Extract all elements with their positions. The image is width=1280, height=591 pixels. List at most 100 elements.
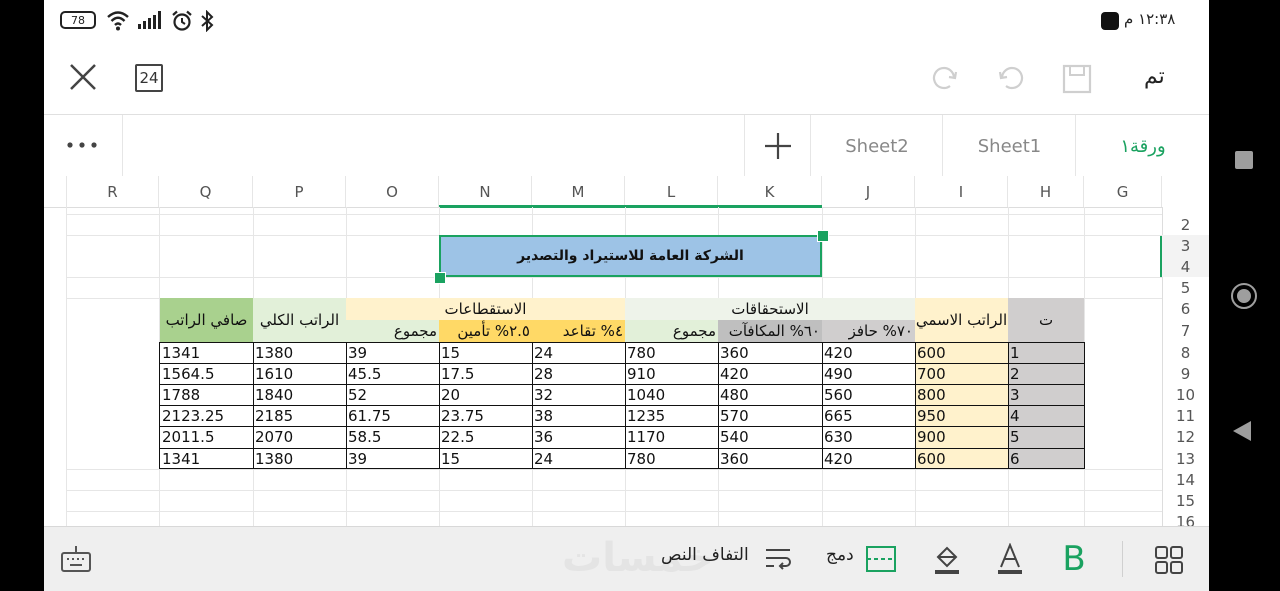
fill-color-icon[interactable] [930, 541, 964, 577]
header-gross[interactable]: الراتب الكلي [253, 298, 346, 342]
cell-gross[interactable]: 1840 [253, 384, 346, 405]
cell-incentive[interactable]: 420 [822, 342, 915, 363]
cell-ent-total[interactable]: 1235 [625, 405, 718, 426]
cell-gross[interactable]: 2185 [253, 405, 346, 426]
cell-ded-total[interactable]: 39 [346, 448, 439, 469]
row-header-4[interactable]: 4 [1162, 256, 1209, 277]
header-ent-total[interactable]: مجموع [625, 320, 718, 342]
selection-handle[interactable] [817, 230, 829, 242]
cell-ent-total[interactable]: 780 [625, 448, 718, 469]
add-sheet-button[interactable] [744, 115, 811, 177]
row-header-5[interactable]: 5 [1162, 277, 1209, 298]
merge-cells-icon[interactable] [865, 543, 897, 575]
close-icon[interactable] [66, 60, 100, 94]
col-header-p[interactable]: P [253, 176, 346, 207]
row-header-13[interactable]: 13 [1162, 448, 1209, 469]
col-header-k[interactable]: K [718, 176, 822, 207]
keyboard-icon[interactable] [60, 543, 92, 575]
selection-handle[interactable] [434, 272, 446, 284]
cell-retirement[interactable]: 24 [532, 342, 625, 363]
row-header-3[interactable]: 3 [1162, 235, 1209, 256]
cell-gross[interactable]: 1380 [253, 448, 346, 469]
cell-gross[interactable]: 2070 [253, 426, 346, 448]
cell-incentive[interactable]: 560 [822, 384, 915, 405]
spreadsheet-grid[interactable]: R Q P O N M L K J I H G 2 3 4 5 6 7 8 9 … [44, 176, 1209, 526]
tab-waraqa1[interactable]: ورقة١ [1075, 115, 1209, 177]
row-header-7[interactable]: 7 [1162, 320, 1209, 342]
tab-sheet1[interactable]: Sheet1 [942, 115, 1076, 177]
cell-retirement[interactable]: 24 [532, 448, 625, 469]
cell-ded-total[interactable]: 39 [346, 342, 439, 363]
header-t[interactable]: ت [1008, 298, 1084, 342]
cell-t[interactable]: 5 [1008, 426, 1084, 448]
header-insurance[interactable]: ٢.٥% تأمين [439, 320, 532, 342]
home-icon[interactable] [1231, 283, 1257, 309]
cell-ent-total[interactable]: 910 [625, 363, 718, 384]
cell-insurance[interactable]: 23.75 [439, 405, 532, 426]
cell-retirement[interactable]: 32 [532, 384, 625, 405]
cell-retirement[interactable]: 36 [532, 426, 625, 448]
header-entitlements[interactable]: الاستحقاقات [718, 298, 822, 320]
cell-nominal[interactable]: 600 [915, 448, 1008, 469]
cell-net[interactable]: 2123.25 [160, 405, 253, 426]
cell-bonuses[interactable]: 360 [718, 448, 822, 469]
cell-insurance[interactable]: 15 [439, 448, 532, 469]
header-deductions-blank2[interactable] [532, 298, 625, 320]
cell-insurance[interactable]: 17.5 [439, 363, 532, 384]
header-deductions[interactable]: الاستقطاعات [439, 298, 532, 320]
cell-nominal[interactable]: 800 [915, 384, 1008, 405]
recents-icon[interactable] [1235, 151, 1253, 169]
row-header-10[interactable]: 10 [1162, 384, 1209, 405]
cell-net[interactable]: 2011.5 [160, 426, 253, 448]
col-header-g[interactable]: G [1084, 176, 1162, 207]
done-button[interactable]: تم [1144, 64, 1165, 89]
cell-t[interactable]: 6 [1008, 448, 1084, 469]
cell-gross[interactable]: 1380 [253, 342, 346, 363]
cell-ded-total[interactable]: 61.75 [346, 405, 439, 426]
wrap-text-label[interactable]: التفاف النص [661, 545, 749, 565]
col-header-l[interactable]: L [625, 176, 718, 207]
row-header-11[interactable]: 11 [1162, 405, 1209, 426]
col-header-q[interactable]: Q [159, 176, 253, 207]
header-ded-total[interactable]: مجموع [346, 320, 439, 342]
cell-bonuses[interactable]: 420 [718, 363, 822, 384]
cell-insurance[interactable]: 15 [439, 342, 532, 363]
header-incentive[interactable]: ٧٠% حافز [822, 320, 915, 342]
cell-insurance[interactable]: 20 [439, 384, 532, 405]
header-retirement[interactable]: ٤% تقاعد [532, 320, 625, 342]
row-header-6[interactable]: 6 [1162, 298, 1209, 320]
col-header-n[interactable]: N [439, 176, 532, 207]
cell-incentive[interactable]: 665 [822, 405, 915, 426]
cell-net[interactable]: 1341 [160, 448, 253, 469]
header-bonuses[interactable]: ٦٠% المكافآت [718, 320, 822, 342]
row-header-15[interactable]: 15 [1162, 490, 1209, 511]
bold-icon[interactable]: B [1056, 539, 1092, 579]
header-entitlements-blank2[interactable] [822, 298, 915, 320]
back-icon[interactable] [1233, 421, 1251, 441]
save-icon[interactable] [1060, 62, 1094, 96]
cell-ded-total[interactable]: 52 [346, 384, 439, 405]
cell-net[interactable]: 1788 [160, 384, 253, 405]
col-header-h[interactable]: H [1008, 176, 1084, 207]
header-entitlements-blank[interactable] [625, 298, 718, 320]
header-deductions-blank[interactable] [346, 298, 439, 320]
cell-bonuses[interactable]: 360 [718, 342, 822, 363]
undo-icon[interactable] [994, 62, 1028, 96]
cell-ent-total[interactable]: 780 [625, 342, 718, 363]
cell-incentive[interactable]: 420 [822, 448, 915, 469]
col-header-r[interactable]: R [66, 176, 159, 207]
row-header-2[interactable]: 2 [1162, 214, 1209, 235]
cell-nominal[interactable]: 950 [915, 405, 1008, 426]
redo-icon[interactable] [928, 62, 962, 96]
cell-ded-total[interactable]: 58.5 [346, 426, 439, 448]
page-count-button[interactable]: 24 [135, 64, 163, 92]
col-header-m[interactable]: M [532, 176, 625, 207]
cell-retirement[interactable]: 38 [532, 405, 625, 426]
cell-net[interactable]: 1564.5 [160, 363, 253, 384]
shapes-grid-icon[interactable] [1152, 543, 1186, 577]
cell-ent-total[interactable]: 1170 [625, 426, 718, 448]
tab-sheet2[interactable]: Sheet2 [810, 115, 943, 177]
cell-t[interactable]: 4 [1008, 405, 1084, 426]
cell-t[interactable]: 3 [1008, 384, 1084, 405]
header-net[interactable]: صافي الراتب [160, 298, 253, 342]
